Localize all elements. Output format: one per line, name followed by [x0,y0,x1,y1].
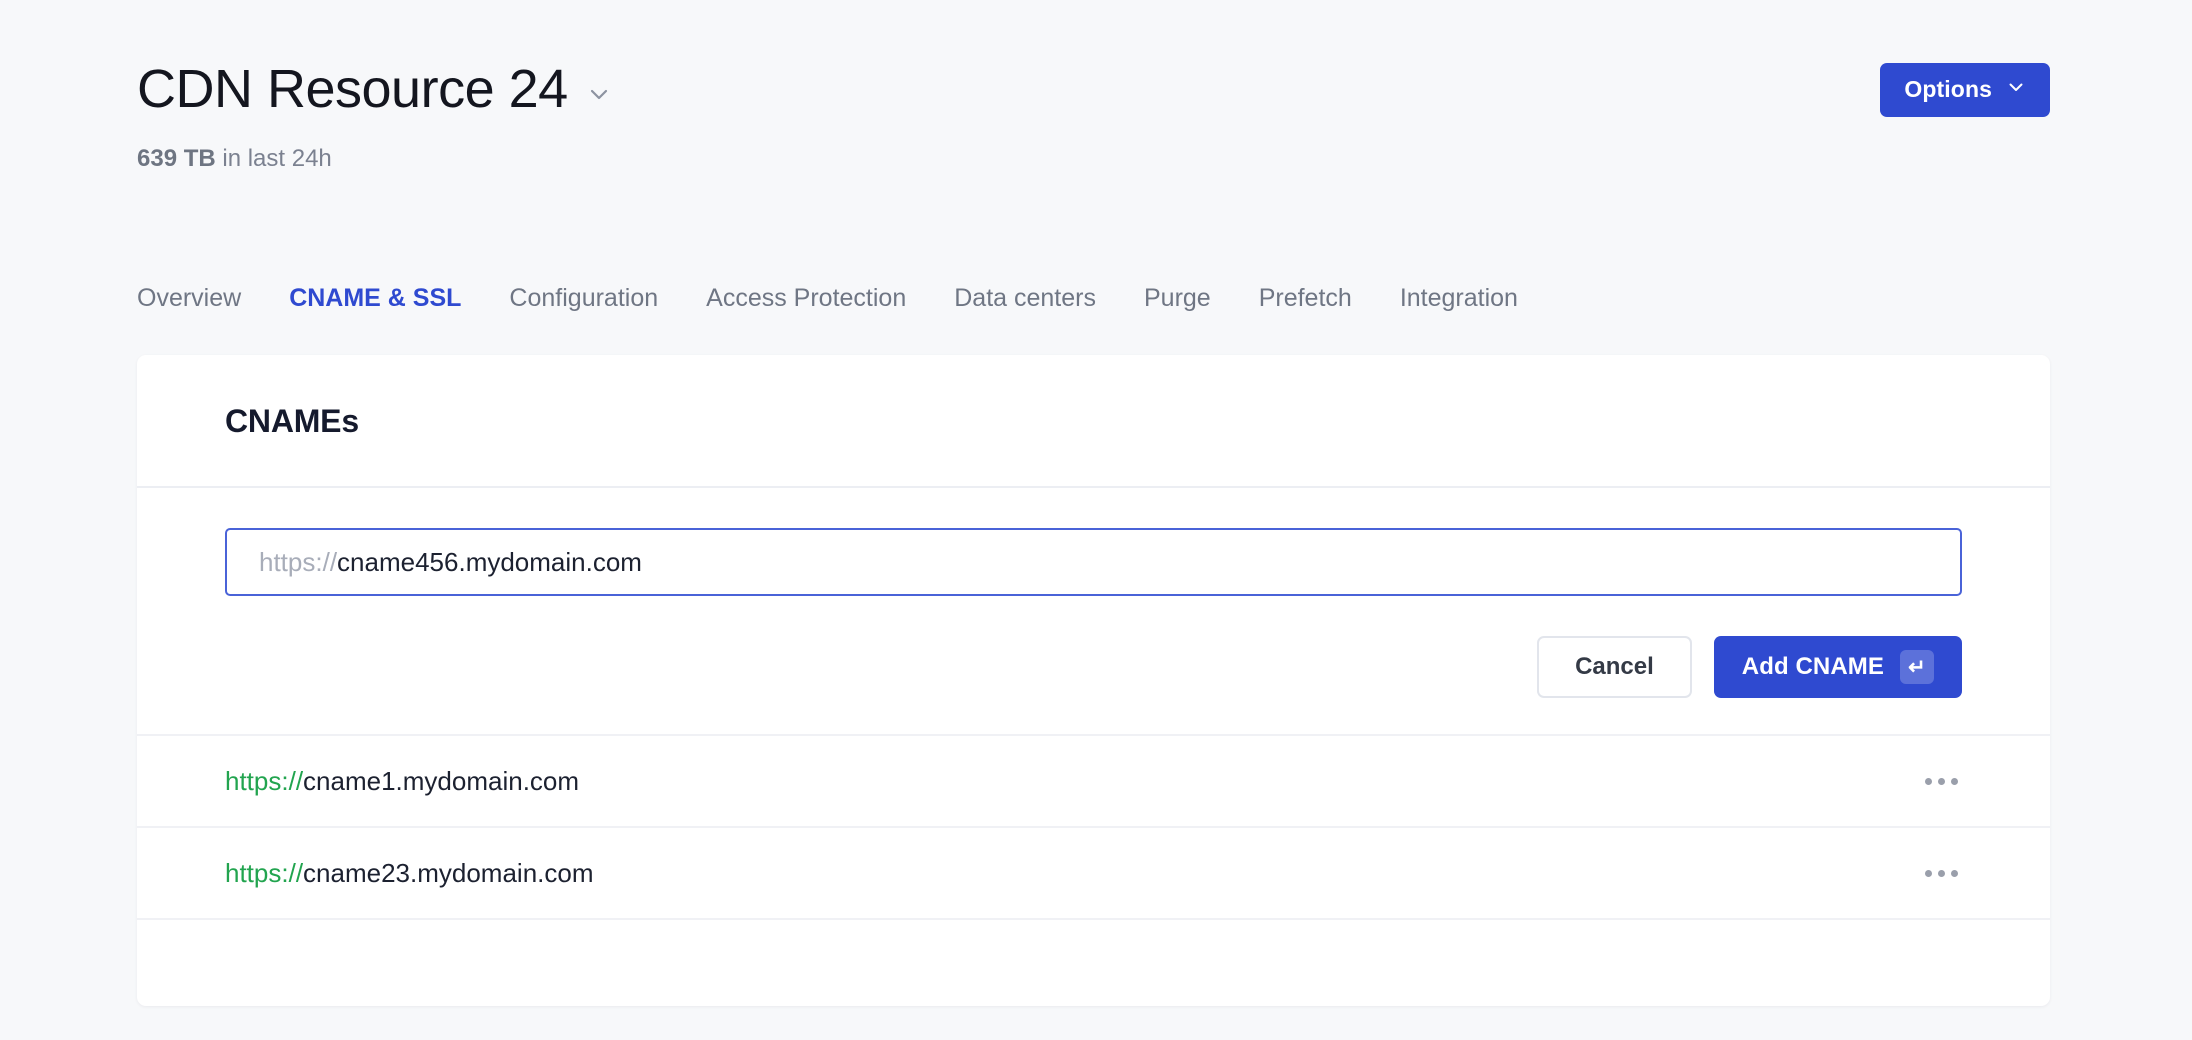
options-button[interactable]: Options [1880,62,2050,117]
traffic-summary: 639 TB in last 24h [137,145,2050,173]
cname-input[interactable]: https://cname456.mydomain.com [225,528,1962,596]
enter-key-icon: ↵ [1900,650,1934,684]
add-cname-label: Add CNAME [1741,653,1884,680]
title-row: CDN Resource 24 Options [137,59,2050,119]
page-header: CDN Resource 24 Options 639 TB in last 2… [137,59,2050,173]
tab-integration[interactable]: Integration [1376,282,1542,315]
tab-purge[interactable]: Purge [1120,282,1235,315]
cnames-card-header: CNAMEs [137,355,2050,488]
tab-configuration[interactable]: Configuration [485,282,682,315]
cname-input-prefix: https:// [259,546,338,577]
title-block: CDN Resource 24 [137,59,612,119]
cname-domain: cname1.mydomain.com [303,765,580,796]
table-row[interactable]: https://cname1.mydomain.com [137,734,2050,826]
form-actions: Cancel Add CNAME ↵ [225,636,1962,698]
add-cname-button[interactable]: Add CNAME ↵ [1713,636,1962,698]
more-horizontal-icon[interactable] [1921,860,1962,887]
options-button-label: Options [1904,76,1992,103]
cnames-card: CNAMEs https://cname456.mydomain.com Can… [137,355,2050,1006]
chevron-down-icon[interactable] [586,81,612,107]
cnames-card-footer [137,918,2050,1006]
cname-domain: cname23.mydomain.com [303,857,594,888]
cname-scheme: https:// [225,765,304,796]
tab-overview[interactable]: Overview [137,282,265,315]
cdn-resource-page: CDN Resource 24 Options 639 TB in last 2… [0,0,2192,1040]
tab-prefetch[interactable]: Prefetch [1235,282,1376,315]
traffic-period: in last 24h [215,145,332,173]
cname-input-value: cname456.mydomain.com [337,546,642,577]
cname-value: https://cname1.mydomain.com [225,766,579,797]
cnames-title: CNAMEs [225,403,359,439]
tab-access-protection[interactable]: Access Protection [682,282,930,315]
tab-cname-ssl[interactable]: CNAME & SSL [265,282,485,315]
page-title: CDN Resource 24 [137,59,568,119]
cname-value: https://cname23.mydomain.com [225,858,594,889]
traffic-volume: 639 TB [137,145,216,173]
table-row[interactable]: https://cname23.mydomain.com [137,826,2050,918]
more-horizontal-icon[interactable] [1921,768,1962,795]
tab-data-centers[interactable]: Data centers [930,282,1120,315]
resource-tabs: Overview CNAME & SSL Configuration Acces… [137,282,1542,315]
cname-scheme: https:// [225,857,304,888]
cancel-button[interactable]: Cancel [1537,636,1692,698]
add-cname-form: https://cname456.mydomain.com Cancel Add… [137,488,2050,734]
chevron-down-icon [2006,76,2026,103]
